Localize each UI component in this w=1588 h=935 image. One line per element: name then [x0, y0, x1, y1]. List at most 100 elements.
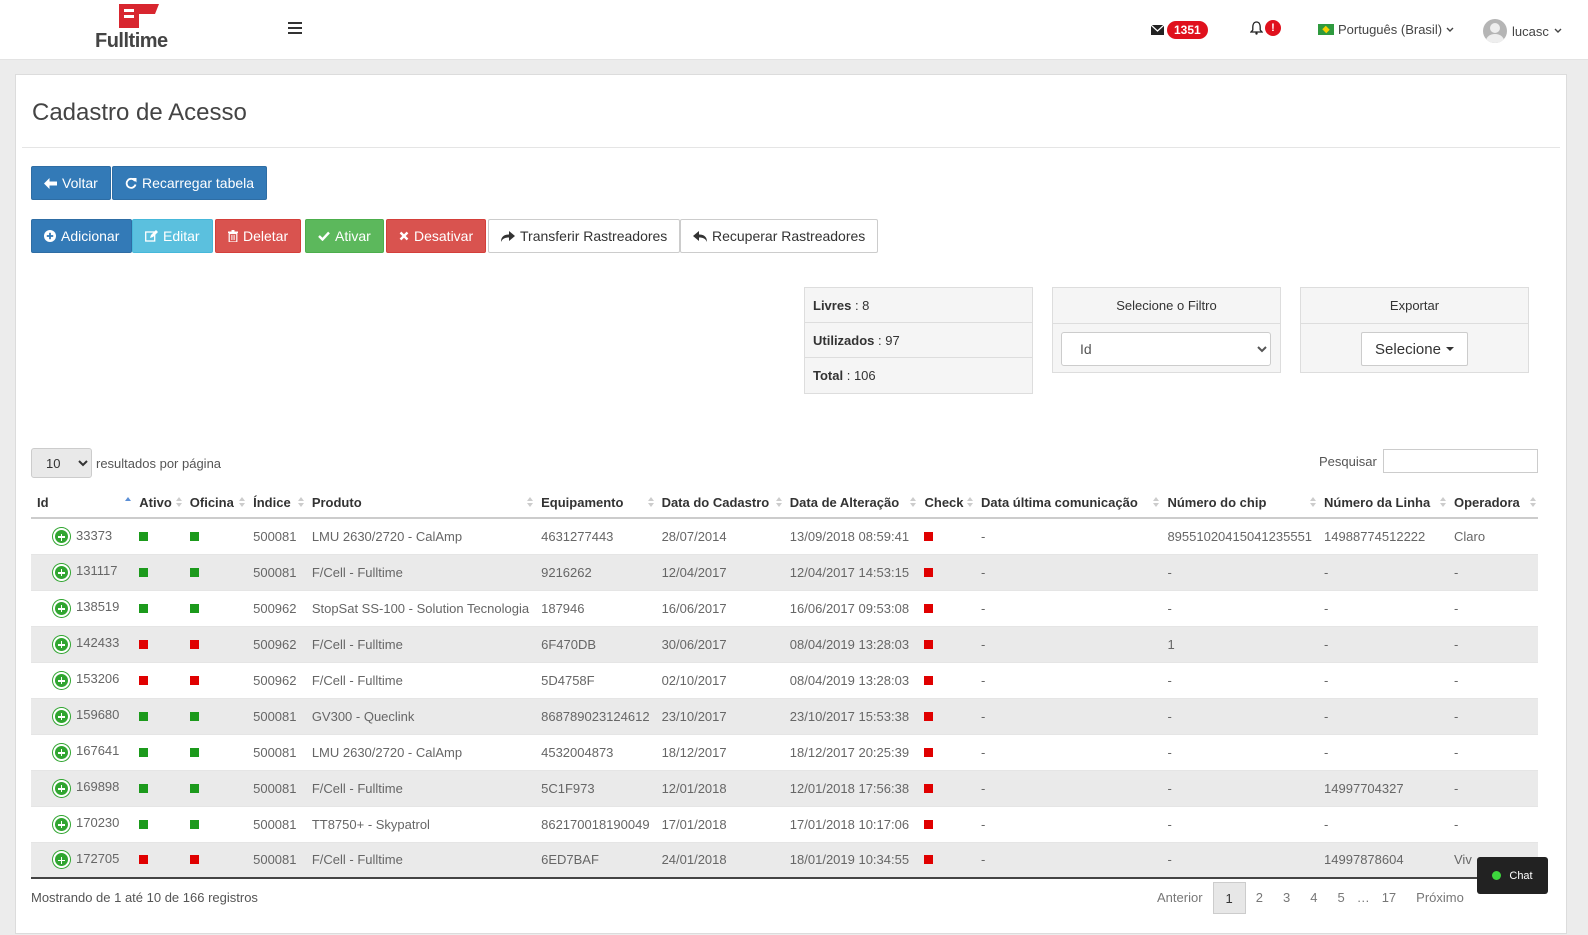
edit-button[interactable]: Editar: [132, 219, 213, 253]
cell-id-value: 153206: [76, 671, 120, 687]
back-button-label: Voltar: [62, 175, 98, 191]
logo-mark-icon: [119, 4, 159, 28]
cell-linha: -: [1318, 553, 1448, 590]
cell-ativo: [133, 553, 184, 590]
user-menu[interactable]: lucasc: [1483, 19, 1562, 43]
expand-row-icon[interactable]: [53, 563, 70, 581]
table-row[interactable]: 131117 500081 F/Cell - Fulltime 9216262 12/0…: [31, 553, 1538, 590]
table-row[interactable]: 170230 500081 TT8750+ - Skypatrol 862170018…: [31, 805, 1538, 842]
status-red-indicator: [924, 711, 934, 721]
back-button[interactable]: Voltar: [31, 166, 111, 200]
pagination-page-5[interactable]: 5: [1327, 882, 1354, 914]
activate-button-label: Ativar: [335, 228, 371, 244]
cell-indice: 500081: [247, 769, 306, 806]
table-row[interactable]: 153206 500962 F/Cell - Fulltime 5D4758F 02/1…: [31, 661, 1538, 698]
status-green-indicator: [139, 531, 149, 541]
cell-id-value: 167641: [76, 743, 120, 759]
page-title: Cadastro de Acesso: [32, 99, 247, 126]
status-green-indicator: [139, 711, 149, 721]
cell-oficina: [183, 769, 248, 806]
filter-heading: Selecione o Filtro: [1053, 288, 1280, 324]
pagination-last-page[interactable]: 17: [1372, 882, 1406, 914]
cell-id-value: 159680: [76, 707, 120, 723]
col-indice-header[interactable]: Índice: [247, 488, 306, 519]
col-oficina-header[interactable]: Oficina: [183, 488, 248, 519]
activate-button[interactable]: Ativar: [305, 219, 384, 253]
pagination-previous[interactable]: Anterior: [1147, 882, 1213, 914]
col-equipamento-header[interactable]: Equipamento: [535, 488, 656, 519]
expand-row-icon[interactable]: [53, 635, 70, 653]
chevron-down-icon: [1446, 27, 1454, 32]
search-input[interactable]: [1382, 449, 1538, 473]
col-data-cadastro-header[interactable]: Data do Cadastro: [655, 488, 784, 519]
sort-icon: [647, 497, 654, 507]
cell-chip: -: [1161, 697, 1319, 734]
expand-row-icon[interactable]: [53, 743, 70, 761]
expand-row-icon[interactable]: [53, 671, 70, 689]
language-selector[interactable]: Português (Brasil): [1318, 22, 1454, 37]
table-row[interactable]: 169898 500081 F/Cell - Fulltime 5C1F973 12/0…: [31, 769, 1538, 806]
expand-row-icon[interactable]: [53, 599, 70, 617]
cell-alteracao: 23/10/2017 15:53:38: [783, 697, 919, 734]
table-row[interactable]: 33373 500081 LMU 2630/2720 - CalAmp 4631277…: [31, 517, 1538, 554]
recover-trackers-label: Recuperar Rastreadores: [712, 228, 866, 244]
col-data-alteracao-header[interactable]: Data de Alteração: [783, 488, 919, 519]
cell-produto: LMU 2630/2720 - CalAmp: [305, 733, 536, 770]
col-numero-linha-header-label: Número da Linha: [1324, 495, 1431, 510]
cell-ultima: -: [975, 625, 1162, 662]
messages-menu[interactable]: 1351: [1151, 21, 1208, 39]
cell-ativo: [133, 697, 184, 734]
expand-row-icon[interactable]: [53, 707, 70, 725]
notifications-menu[interactable]: !: [1250, 20, 1281, 36]
col-data-cadastro-header-label: Data do Cadastro: [661, 495, 770, 510]
export-dropdown-button[interactable]: Selecione: [1361, 332, 1468, 366]
cell-produto: TT8750+ - Skypatrol: [305, 805, 536, 842]
expand-row-icon[interactable]: [53, 815, 70, 833]
pagination-ellipsis: …: [1356, 890, 1370, 905]
table-row[interactable]: 142433 500962 F/Cell - Fulltime 6F470DB 30/0…: [31, 625, 1538, 662]
cell-ultima: -: [975, 841, 1162, 879]
envelope-icon: [1151, 25, 1164, 35]
expand-row-icon[interactable]: [53, 527, 70, 545]
col-check-header[interactable]: Check: [918, 488, 975, 519]
add-button[interactable]: Adicionar: [31, 219, 133, 253]
cell-check: [918, 841, 975, 879]
expand-row-icon[interactable]: [53, 851, 70, 869]
recover-trackers-button[interactable]: Recuperar Rastreadores: [680, 219, 879, 253]
transfer-trackers-button[interactable]: Transferir Rastreadores: [488, 219, 681, 253]
stat-total: Total : 106: [813, 368, 876, 383]
page-length-select[interactable]: 10: [31, 448, 92, 478]
cell-linha: -: [1318, 805, 1448, 842]
status-red-indicator: [189, 855, 199, 865]
pagination-page-2[interactable]: 2: [1246, 882, 1273, 914]
avatar: [1483, 19, 1507, 43]
col-numero-linha-header[interactable]: Número da Linha: [1318, 488, 1448, 519]
cell-alteracao: 08/04/2019 13:28:03: [783, 661, 919, 698]
sort-icon: [527, 497, 534, 507]
col-data-ultima-comunicacao-header[interactable]: Data última comunicação: [975, 488, 1162, 519]
cell-equipamento: 4532004873: [535, 733, 656, 770]
table-row[interactable]: 138519 500962 StopSat SS-100 - Solution Te…: [31, 589, 1538, 626]
expand-row-icon[interactable]: [53, 779, 70, 797]
bell-icon: [1250, 21, 1263, 35]
deactivate-button[interactable]: Desativar: [386, 219, 487, 253]
table-row[interactable]: 167641 500081 LMU 2630/2720 - CalAmp 453200…: [31, 733, 1538, 770]
col-ativo-header[interactable]: Ativo: [133, 488, 184, 519]
delete-button[interactable]: Deletar: [215, 219, 302, 253]
pagination-next[interactable]: Próximo: [1406, 882, 1474, 914]
col-produto-header[interactable]: Produto: [305, 488, 536, 519]
pagination-page-3[interactable]: 3: [1273, 882, 1300, 914]
table-row[interactable]: 159680 500081 GV300 - Queclink 868789023124…: [31, 697, 1538, 734]
pagination-page-4[interactable]: 4: [1300, 882, 1327, 914]
col-id-header[interactable]: Id: [31, 488, 134, 519]
chat-button[interactable]: Chat: [1477, 857, 1548, 894]
menu-toggle-icon[interactable]: [288, 22, 302, 36]
table-row[interactable]: 172705 500081 F/Cell - Fulltime 6ED7BAF 24/0…: [31, 841, 1538, 879]
fulltime-logo[interactable]: Fulltime: [95, 4, 175, 54]
reload-table-button[interactable]: Recarregar tabela: [112, 166, 268, 200]
filter-select[interactable]: Id: [1061, 332, 1271, 366]
sort-icon: [910, 497, 917, 507]
pagination-page-1[interactable]: 1: [1212, 882, 1246, 914]
col-numero-chip-header[interactable]: Número do chip: [1161, 488, 1319, 519]
col-operadora-header[interactable]: Operadora: [1448, 488, 1538, 519]
